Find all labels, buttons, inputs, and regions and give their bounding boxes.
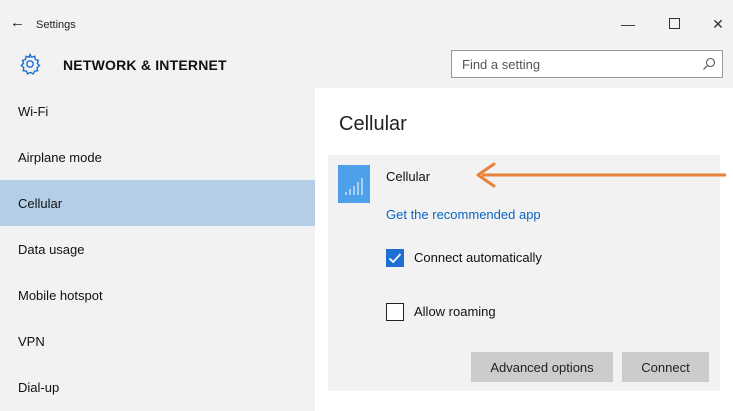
connect-automatically-checkbox[interactable]: [386, 249, 404, 267]
back-arrow-icon[interactable]: ←: [10, 14, 25, 31]
sidebar-item-label: Wi-Fi: [18, 103, 49, 119]
search-icon[interactable]: [702, 57, 716, 71]
sidebar-item-cellular[interactable]: Cellular: [0, 180, 315, 226]
maximize-icon: [668, 18, 680, 29]
sidebar-item-label: Data usage: [18, 241, 85, 257]
recommended-app-link[interactable]: Get the recommended app: [386, 207, 541, 222]
gear-icon: [20, 52, 41, 75]
sidebar-item-label: Airplane mode: [18, 149, 102, 165]
sidebar-item-airplane-mode[interactable]: Airplane mode: [0, 134, 315, 180]
sidebar-nav: Wi-Fi Airplane mode Cellular Data usage …: [0, 88, 315, 411]
sidebar-item-mobile-hotspot[interactable]: Mobile hotspot: [0, 272, 315, 318]
search-box[interactable]: [451, 50, 723, 78]
cellular-tile[interactable]: [338, 165, 370, 203]
cellular-signal-icon: [345, 178, 363, 195]
window-title: Settings: [36, 19, 76, 31]
checkmark-icon: [388, 253, 402, 264]
sidebar-item-vpn[interactable]: VPN: [0, 318, 315, 364]
maximize-button[interactable]: [664, 16, 684, 32]
page-title: Cellular: [339, 113, 407, 135]
advanced-options-button[interactable]: Advanced options: [471, 352, 613, 382]
search-input[interactable]: [452, 51, 692, 77]
annotation-arrow-icon: [476, 162, 726, 188]
sidebar-item-label: VPN: [18, 333, 45, 349]
connect-button[interactable]: Connect: [622, 352, 709, 382]
sidebar-item-label: Mobile hotspot: [18, 287, 103, 303]
connection-name: Cellular: [386, 169, 431, 184]
sidebar-item-label: Cellular: [18, 195, 63, 211]
connect-automatically-label: Connect automatically: [414, 250, 542, 265]
allow-roaming-checkbox[interactable]: [386, 303, 404, 321]
minimize-button[interactable]: —: [618, 16, 638, 32]
allow-roaming-label: Allow roaming: [414, 304, 496, 319]
title-bar: ← Settings — ✕: [0, 0, 733, 42]
sidebar-item-data-usage[interactable]: Data usage: [0, 226, 315, 272]
section-title: NETWORK & INTERNET: [63, 57, 227, 73]
close-button[interactable]: ✕: [708, 16, 728, 33]
sidebar-item-wifi[interactable]: Wi-Fi: [0, 88, 315, 134]
sidebar-item-label: Dial-up: [18, 379, 60, 395]
sidebar-item-dial-up[interactable]: Dial-up: [0, 364, 315, 410]
page-header: NETWORK & INTERNET: [0, 42, 733, 88]
